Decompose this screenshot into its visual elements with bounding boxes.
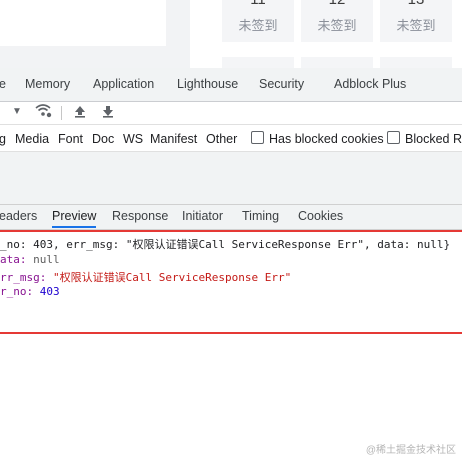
filter-ws[interactable]: WS [123, 132, 143, 146]
network-overview [0, 152, 462, 205]
tab-headers[interactable]: eaders [0, 209, 37, 223]
page-gap [166, 0, 190, 68]
request-detail-tabs: eaders Preview Response Initiator Timing… [0, 205, 462, 230]
calendar-day[interactable]: 11 未签到 [222, 0, 294, 42]
tab-initiator[interactable]: Initiator [182, 209, 223, 223]
checkin-calendar: 11 未签到 12 未签到 13 未签到 [190, 0, 462, 68]
tab-timing[interactable]: Timing [242, 209, 279, 223]
response-preview: _no: 403, err_msg: "权限认证错误Call ServiceRe… [0, 230, 462, 334]
tab-truncated[interactable]: e [0, 77, 6, 91]
filter-manifest[interactable]: Manifest [150, 132, 197, 146]
calendar-day-status: 未签到 [238, 18, 278, 33]
filter-other[interactable]: Other [206, 132, 237, 146]
page-background: 11 未签到 12 未签到 13 未签到 [0, 0, 462, 68]
err-no-key: r_no [0, 285, 27, 298]
preview-row-err-msg[interactable]: rr_msg: "权限认证错误Call ServiceResponse Err" [0, 269, 291, 285]
blocked-requests-label: Blocked Re [405, 132, 462, 146]
preview-row-data[interactable]: ata: null [0, 253, 60, 266]
tab-preview[interactable]: Preview [52, 209, 97, 228]
calendar-day-next-row [301, 57, 373, 68]
calendar-day-number: 11 [222, 0, 294, 8]
tab-cookies[interactable]: Cookies [298, 209, 343, 223]
has-blocked-cookies-label: Has blocked cookies [269, 132, 384, 146]
tab-response[interactable]: Response [112, 209, 168, 223]
summary-suffix: , data: null} [364, 238, 451, 251]
chevron-down-icon[interactable]: ▼ [12, 106, 22, 117]
network-toolbar: ▼ [0, 102, 462, 125]
has-blocked-cookies-checkbox[interactable] [251, 131, 264, 144]
calendar-day-next-row [380, 57, 452, 68]
tab-lighthouse[interactable]: Lighthouse [177, 77, 238, 91]
calendar-day-status: 未签到 [396, 18, 436, 33]
toolbar-divider [61, 106, 62, 120]
import-har-icon[interactable] [73, 103, 87, 122]
devtools-tab-bar: e Memory Application Lighthouse Security… [0, 68, 462, 102]
data-value: null [33, 253, 60, 266]
filter-media[interactable]: Media [15, 132, 49, 146]
content-card [0, 0, 166, 46]
calendar-day-number: 13 [380, 0, 452, 8]
network-conditions-icon[interactable] [34, 102, 52, 121]
export-har-icon[interactable] [101, 103, 115, 122]
summary-prefix: _no: 403, err_msg: [0, 238, 126, 251]
summary-message: "权限认证错误Call ServiceResponse Err" [125, 238, 365, 251]
preview-row-err-no[interactable]: r_no: 403 [0, 285, 60, 298]
calendar-day-next-row [222, 57, 294, 68]
blocked-requests-checkbox[interactable] [387, 131, 400, 144]
request-type-filter: g Media Font Doc WS Manifest Other Has b… [0, 125, 462, 152]
filter-doc[interactable]: Doc [92, 132, 114, 146]
calendar-day-status: 未签到 [317, 18, 357, 33]
devtools-panel: e Memory Application Lighthouse Security… [0, 68, 462, 462]
preview-summary[interactable]: _no: 403, err_msg: "权限认证错误Call ServiceRe… [0, 236, 450, 252]
data-key: ata [0, 253, 20, 266]
tab-security[interactable]: Security [259, 77, 304, 91]
calendar-day[interactable]: 13 未签到 [380, 0, 452, 42]
err-msg-key: rr_msg [0, 271, 40, 284]
watermark: @稀土掘金技术社区 [365, 445, 456, 456]
err-no-value: 403 [39, 285, 60, 298]
tab-application[interactable]: Application [93, 77, 154, 91]
tab-memory[interactable]: Memory [25, 77, 70, 91]
tab-adblock-plus[interactable]: Adblock Plus [334, 77, 406, 91]
filter-font[interactable]: Font [58, 132, 83, 146]
err-msg-value: "权限认证错误Call ServiceResponse Err" [53, 271, 292, 284]
calendar-day[interactable]: 12 未签到 [301, 0, 373, 42]
filter-truncated[interactable]: g [0, 132, 6, 146]
calendar-day-number: 12 [301, 0, 373, 8]
